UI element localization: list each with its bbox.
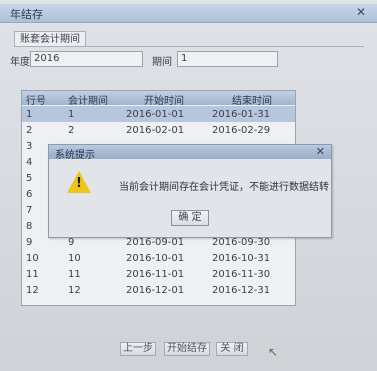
table-cell-no: 5	[26, 173, 33, 184]
col-header-end[interactable]: 结束时间	[232, 92, 272, 107]
tab-divider	[14, 46, 364, 47]
table-cell-end: 2016-01-31	[212, 109, 271, 120]
table-cell-end: 2016-10-31	[212, 253, 271, 264]
dialog-title: 系统提示	[55, 150, 95, 161]
table-cell-no: 2	[26, 125, 33, 136]
table-cell-start: 2016-01-01	[126, 109, 185, 120]
prev-button[interactable]: 上一步	[120, 342, 156, 356]
table-cell-period: 12	[68, 285, 81, 296]
year-field[interactable]: 2016	[30, 51, 143, 67]
table-cell-no: 8	[26, 221, 33, 232]
dialog-message: 当前会计期间存在会计凭证，不能进行数据结转	[119, 182, 329, 193]
table-cell-no: 6	[26, 189, 33, 200]
system-prompt-dialog: 系统提示 ✕ ! 当前会计期间存在会计凭证，不能进行数据结转 确 定	[48, 144, 332, 238]
title-bar[interactable]: 年结存 ✕	[0, 4, 377, 23]
window-title: 年结存	[10, 8, 43, 21]
table-cell-no: 3	[26, 141, 33, 152]
col-header-period[interactable]: 会计期间	[68, 92, 108, 107]
tab-account-period[interactable]: 账套会计期间	[14, 31, 86, 47]
period-field[interactable]: 1	[177, 51, 278, 67]
ok-button[interactable]: 确 定	[171, 210, 209, 226]
table-cell-start: 2016-02-01	[126, 125, 185, 136]
table-row[interactable]: 2 2 2016-02-01 2016-02-29	[22, 122, 295, 138]
col-header-row-no[interactable]: 行号	[26, 92, 46, 107]
table-cell-no: 4	[26, 157, 33, 168]
table-row[interactable]: 10 10 2016-10-01 2016-10-31	[22, 250, 295, 266]
table-row[interactable]: 11 11 2016-11-01 2016-11-30	[22, 266, 295, 282]
table-header: 行号 会计期间 开始时间 结束时间	[22, 91, 295, 107]
col-header-start[interactable]: 开始时间	[144, 92, 184, 107]
table-cell-no: 1	[26, 109, 33, 120]
table-row[interactable]: 12 12 2016-12-01 2016-12-31	[22, 282, 295, 298]
table-cell-no: 9	[26, 237, 33, 248]
mouse-cursor-icon: ↖	[268, 345, 279, 359]
table-cell-period: 2	[68, 125, 75, 136]
table-cell-no: 11	[26, 269, 39, 280]
table-cell-end: 2016-09-30	[212, 237, 271, 248]
period-label: 期间	[152, 57, 172, 68]
table-cell-no: 12	[26, 285, 39, 296]
table-cell-period: 10	[68, 253, 81, 264]
table-cell-end: 2016-02-29	[212, 125, 271, 136]
dialog-title-bar[interactable]: 系统提示 ✕	[49, 145, 331, 161]
table-cell-no: 7	[26, 205, 33, 216]
year-label: 年度	[10, 57, 30, 68]
year-end-window: 年结存 ✕ 账套会计期间 年度 2016 期间 1 行号 会计期间 开始时间 结…	[0, 0, 377, 371]
table-cell-start: 2016-10-01	[126, 253, 185, 264]
table-cell-end: 2016-12-31	[212, 285, 271, 296]
table-row[interactable]: 1 1 2016-01-01 2016-01-31	[22, 106, 295, 122]
table-cell-period: 9	[68, 237, 75, 248]
table-cell-period: 11	[68, 269, 81, 280]
table-cell-period: 1	[68, 109, 75, 120]
table-cell-start: 2016-12-01	[126, 285, 185, 296]
warning-exclamation: !	[76, 176, 82, 191]
table-cell-start: 2016-09-01	[126, 237, 185, 248]
table-cell-no: 10	[26, 253, 39, 264]
start-button[interactable]: 开始结存	[164, 342, 210, 356]
table-cell-end: 2016-11-30	[212, 269, 271, 280]
table-cell-start: 2016-11-01	[126, 269, 185, 280]
dialog-close-icon[interactable]: ✕	[316, 145, 325, 158]
close-button[interactable]: 关 闭	[216, 342, 248, 356]
close-icon[interactable]: ✕	[355, 5, 367, 19]
